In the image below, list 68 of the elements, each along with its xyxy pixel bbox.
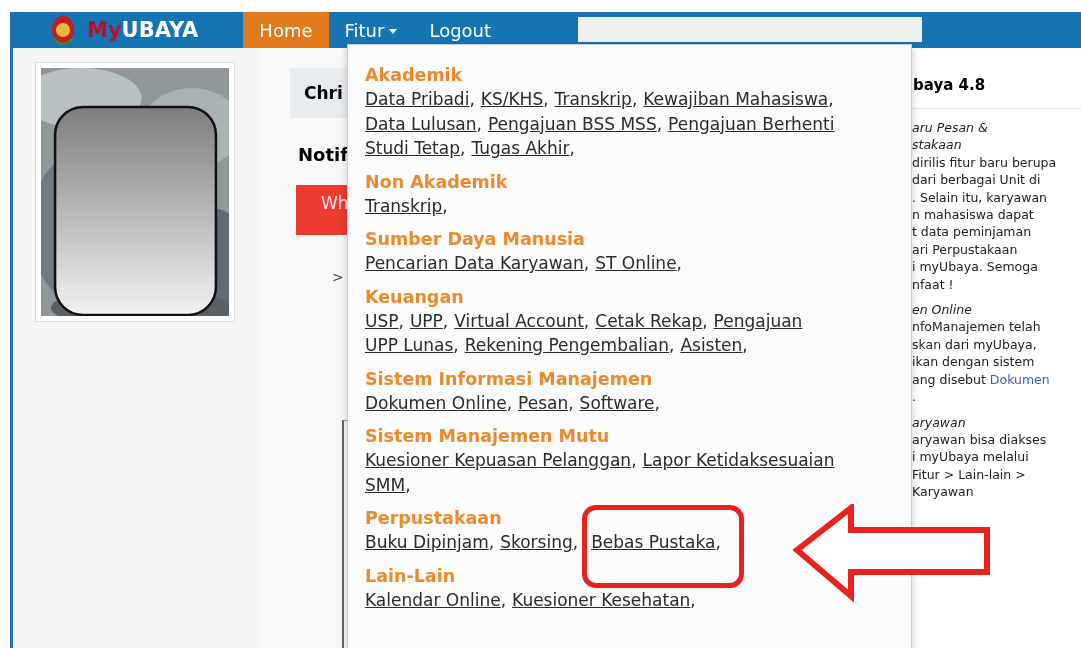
news-text: . bbox=[912, 389, 916, 405]
menu-link[interactable]: Asisten, bbox=[680, 333, 748, 358]
news-text: skan dari myUbaya, bbox=[912, 336, 1037, 352]
profile-header: Chri bbox=[290, 68, 347, 118]
menu-link[interactable]: Kuesioner Kesehatan, bbox=[512, 587, 696, 612]
panel-title: baya 4.8 bbox=[912, 61, 1081, 109]
menu-link[interactable]: Rekening Pengembalian, bbox=[464, 333, 675, 358]
nav-link[interactable]: Fitur bbox=[328, 12, 414, 48]
news-text: i myUbaya melalui bbox=[912, 449, 1029, 465]
menu-section-title: Sistem Informasi Manajemen bbox=[365, 367, 654, 391]
menu-link[interactable]: Skorsing, bbox=[500, 530, 579, 555]
news-text: n mahasiswa dapat bbox=[912, 207, 1034, 223]
menu-link[interactable]: Cetak Rekap, bbox=[595, 308, 708, 333]
menu-link[interactable]: Data Lulusan, bbox=[365, 111, 482, 136]
menu-link[interactable]: Pesan, bbox=[518, 390, 574, 415]
menu-link[interactable]: Buku Dipinjam, bbox=[365, 530, 495, 555]
menu-link[interactable]: KS/KHS, bbox=[480, 87, 549, 112]
menu-section-title: Keuangan bbox=[365, 285, 465, 309]
menu-section-title: Lain-Lain bbox=[365, 564, 457, 588]
brand-name[interactable]: MyUBAYA bbox=[87, 18, 199, 42]
news-text: aryawan bbox=[912, 414, 966, 430]
menu-link[interactable]: ST Online, bbox=[595, 251, 682, 276]
menu-link[interactable]: Lapor Ketidaksesuaian bbox=[642, 448, 835, 473]
menu-link[interactable]: Software, bbox=[579, 390, 660, 415]
menu-link[interactable]: Dokumen Online, bbox=[365, 390, 513, 415]
news-link[interactable]: Dokumen bbox=[989, 371, 1050, 387]
news-text: nfoManajemen telah bbox=[912, 319, 1041, 335]
menu-link[interactable]: Pengajuan Berhenti bbox=[668, 111, 835, 136]
crest-logo-icon bbox=[49, 13, 77, 47]
menu-section-title: Perpustakaan bbox=[365, 507, 503, 530]
menu-link[interactable]: Pengajuan BSS MSS, bbox=[487, 111, 663, 136]
news-text: ikan dengan sistem bbox=[912, 354, 1035, 370]
news-text: aryawan bisa diakses bbox=[912, 431, 1047, 447]
menu-link[interactable]: Pengajuan bbox=[713, 308, 803, 333]
menu-link[interactable]: SMM, bbox=[365, 472, 411, 497]
news-text: i myUbaya. Semoga bbox=[912, 259, 1038, 275]
menu-link[interactable]: Data Pribadi, bbox=[365, 87, 475, 112]
menu-link[interactable]: Kuesioner Kepuasan Pelanggan, bbox=[365, 448, 637, 473]
menu-link[interactable]: Transkrip, bbox=[554, 87, 638, 112]
menu-link[interactable]: Tugas Akhir, bbox=[471, 136, 575, 161]
menu-link[interactable]: Bebas Pustaka, bbox=[591, 532, 721, 552]
news-text: en Online bbox=[912, 302, 972, 318]
menu-section-title: Non Akademik bbox=[365, 170, 509, 194]
menu-link[interactable]: Pencarian Data Karyawan, bbox=[365, 251, 590, 276]
menu-link[interactable]: Kewajiban Mahasiswa, bbox=[643, 87, 834, 112]
news-text: Fitur > Lain-lain > bbox=[912, 466, 1026, 482]
chevron-text: > bbox=[332, 269, 344, 285]
news-text: Karyawan bbox=[912, 484, 974, 500]
news-text: dari berbagai Unit di bbox=[912, 172, 1041, 188]
menu-link[interactable]: USP, bbox=[365, 308, 404, 333]
news-text: ari Perpustakaan bbox=[912, 241, 1018, 257]
news-text: ang disebut bbox=[912, 371, 986, 387]
news-text: dirilis fitur baru berupa bbox=[912, 154, 1057, 170]
news-text: nfaat ! bbox=[912, 276, 954, 292]
menu-link[interactable]: UPP Lunas, bbox=[365, 333, 459, 358]
menu-section-title: Sumber Daya Manusia bbox=[365, 228, 586, 251]
menu-link[interactable]: Kalendar Online, bbox=[365, 587, 507, 612]
news-text: . Selain itu, karyawan bbox=[912, 189, 1047, 205]
menu-section-title: Akademik bbox=[365, 64, 464, 87]
news-text: stakaan bbox=[912, 137, 962, 153]
menu-link[interactable]: Transkrip, bbox=[365, 193, 448, 218]
news-text: t data peminjaman bbox=[912, 224, 1032, 240]
news-text: aru Pesan & bbox=[912, 120, 988, 135]
menu-link[interactable]: Virtual Account, bbox=[454, 308, 590, 333]
menu-link[interactable]: UPP, bbox=[409, 308, 449, 333]
menu-section-title: Sistem Manajemen Mutu bbox=[365, 425, 611, 448]
menu-link[interactable]: Studi Tetap, bbox=[365, 136, 466, 161]
nav-link[interactable]: Logout bbox=[413, 12, 508, 48]
